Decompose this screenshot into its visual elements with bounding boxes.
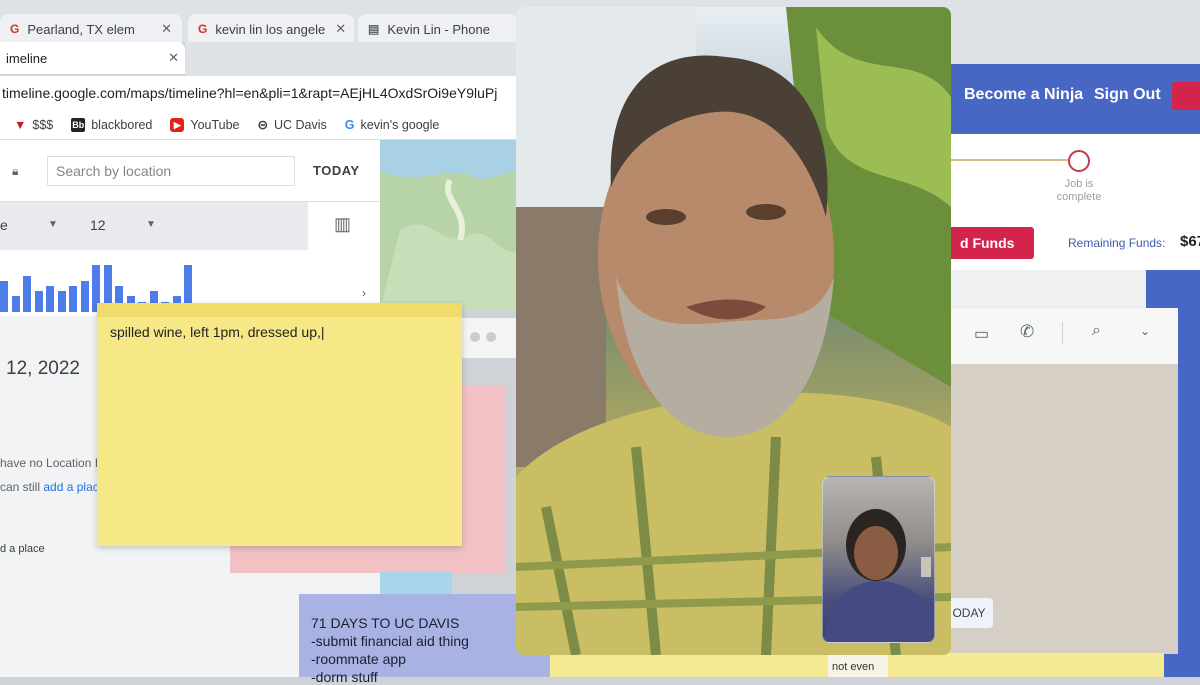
- lock-icon: 🔒︎: [12, 164, 19, 178]
- progress-label-line: Job is: [1064, 178, 1094, 190]
- uc-davis-icon: ⊝: [257, 118, 268, 132]
- activity-bar[interactable]: [57, 291, 66, 312]
- bookmark-label: kevin's google: [360, 117, 440, 132]
- bookmark-label: UC Davis: [274, 117, 327, 132]
- tab-label: Kevin Lin - Phone: [387, 21, 490, 37]
- search-icon[interactable]: ⌕: [1092, 322, 1101, 340]
- chevron-right-icon[interactable]: ›: [362, 286, 366, 300]
- timeline-header: 🔒︎ Search by location TODAY: [0, 140, 380, 202]
- activity-bar[interactable]: [11, 296, 20, 312]
- bookmark-label: blackbored: [91, 117, 153, 132]
- progress-line: [950, 159, 1080, 161]
- activity-bar[interactable]: [34, 291, 43, 312]
- website-icon: ▤: [368, 22, 380, 36]
- progress-step-indicator: [1068, 150, 1090, 172]
- activity-bar[interactable]: [0, 280, 8, 312]
- add-place-button[interactable]: d a place: [0, 543, 45, 555]
- money-icon: ▼: [14, 117, 27, 132]
- today-button[interactable]: TODAY: [313, 163, 360, 178]
- window-control-icon[interactable]: [486, 332, 496, 342]
- self-view-image: [823, 509, 934, 642]
- tab-timeline[interactable]: imeline ✕: [0, 42, 185, 74]
- google-icon: G: [198, 22, 208, 36]
- add-place-text: can still add a plac: [0, 480, 99, 494]
- remaining-funds-label: Remaining Funds:: [1068, 236, 1166, 250]
- bookmark-youtube[interactable]: ▶ YouTube: [170, 117, 240, 132]
- date-heading: 12, 2022: [6, 358, 80, 379]
- bookmark-uc-davis[interactable]: ⊝ UC Davis: [257, 117, 327, 133]
- activity-bar[interactable]: [23, 275, 31, 312]
- add-place-link[interactable]: add a plac: [43, 480, 98, 494]
- day-dropdown[interactable]: 12: [90, 217, 106, 233]
- nav-become-ninja[interactable]: Become a Ninja: [964, 86, 1083, 104]
- phone-icon[interactable]: ✆: [1020, 322, 1034, 342]
- nav-sign-out[interactable]: Sign Out: [1094, 86, 1161, 104]
- progress-label-line: complete: [1056, 191, 1102, 203]
- text-cursor: |: [320, 324, 325, 340]
- add-funds-button[interactable]: d Funds: [950, 227, 1034, 259]
- google-icon: G: [10, 22, 20, 36]
- search-input[interactable]: Search by location: [47, 156, 295, 186]
- sticky-note-text[interactable]: spilled wine, left 1pm, dressed up,|: [110, 324, 325, 340]
- video-icon[interactable]: ▭: [974, 324, 989, 344]
- sticky-note-content: spilled wine, left 1pm, dressed up,: [110, 324, 321, 340]
- self-view-video[interactable]: [822, 476, 935, 643]
- tab-kevin-phone[interactable]: ▤ Kevin Lin - Phone: [358, 14, 518, 44]
- bookmark-kevins-google[interactable]: Gkevin's google: [345, 118, 440, 132]
- donate-nav: Become a Ninja Sign Out: [950, 64, 1200, 134]
- tab-label: Pearland, TX elem: [27, 21, 135, 37]
- today-button[interactable]: ODAY: [945, 598, 993, 628]
- address-bar[interactable]: timeline.google.com/maps/timeline?hl=en&…: [0, 76, 520, 110]
- sticky-note-blue[interactable]: [380, 572, 452, 594]
- close-icon[interactable]: ✕: [168, 50, 179, 66]
- bookmark-money[interactable]: ▼ $$$: [14, 118, 53, 132]
- tab-label: imeline: [6, 50, 48, 66]
- bar-chart-icon[interactable]: ▥: [334, 214, 351, 235]
- close-icon[interactable]: ✕: [151, 21, 172, 37]
- sticky-note-yellow[interactable]: spilled wine, left 1pm, dressed up,|: [97, 303, 462, 546]
- url-text: timeline.google.com/maps/timeline?hl=en&…: [2, 85, 498, 101]
- toolbar-divider: [1062, 322, 1063, 344]
- window-fragment: [462, 318, 516, 358]
- close-icon[interactable]: ✕: [325, 21, 346, 37]
- donate-browser-top: [950, 0, 1200, 64]
- chevron-down-icon[interactable]: ▼: [146, 219, 156, 230]
- chart-toggle[interactable]: ▥: [308, 202, 380, 250]
- map-terrain: [380, 140, 520, 310]
- bookmarks-bar: ▼ $$$ Bb blackbored ▶ YouTube ⊝ UC Davis Gke…: [0, 110, 520, 140]
- tab-kevin-search[interactable]: G kevin lin los angele ✕: [188, 14, 354, 44]
- bookmark-label: $$$: [32, 117, 54, 132]
- youtube-icon: ▶: [170, 117, 185, 132]
- sticky-note-line: -submit financial aid thing: [311, 633, 469, 649]
- activity-bar[interactable]: [80, 280, 89, 312]
- add-place-prefix: can still: [0, 480, 44, 494]
- sticky-note-bottom-text: not even: [828, 655, 888, 677]
- chat-toolbar: ▭ ✆ ⌕ ⌄: [950, 308, 1178, 364]
- activity-bar[interactable]: [46, 286, 54, 312]
- nav-red-button[interactable]: [1172, 82, 1200, 110]
- blackboard-icon: Bb: [71, 117, 86, 132]
- bookmark-blackbored[interactable]: Bb blackbored: [71, 117, 153, 132]
- chevron-down-icon[interactable]: ⌄: [1140, 324, 1150, 338]
- progress-label: Job is complete: [1054, 178, 1104, 204]
- tab-strip-2: [185, 42, 520, 76]
- sticky-note-line: -dorm stuff: [311, 669, 378, 685]
- no-location-text: have no Location I: [0, 456, 99, 470]
- tab-pearland[interactable]: G Pearland, TX elem ✕: [0, 14, 182, 44]
- bookmark-label: YouTube: [190, 117, 240, 132]
- activity-bar[interactable]: [69, 286, 77, 312]
- map-view[interactable]: [380, 140, 520, 310]
- map-strip: [950, 270, 1146, 306]
- sticky-note-titlebar[interactable]: [97, 303, 462, 317]
- tab-label: kevin lin los angele: [215, 21, 326, 37]
- remaining-funds-value: $67: [1180, 233, 1200, 250]
- date-selector: e ▼ 12 ▼: [0, 202, 308, 250]
- sticky-note-line: -roommate app: [311, 651, 406, 667]
- google-icon: G: [344, 117, 355, 132]
- chevron-down-icon[interactable]: ▼: [48, 219, 58, 230]
- window-control-icon[interactable]: [470, 332, 480, 342]
- month-dropdown[interactable]: e: [0, 217, 8, 233]
- sticky-note-line: 71 DAYS TO UC DAVIS: [311, 615, 460, 631]
